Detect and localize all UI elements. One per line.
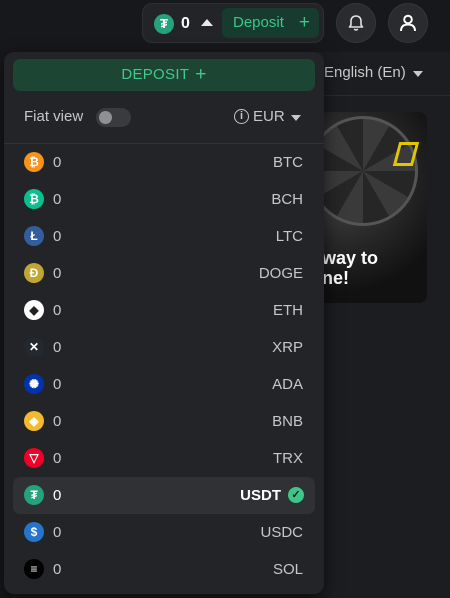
usdt-icon: ₮ [154,14,174,34]
wheel-image [308,116,418,226]
bell-icon [348,15,364,31]
divider [324,95,450,96]
balance-amount: 0 [181,15,190,32]
deposit-button-label: Deposit [233,14,284,31]
coin-row-sol[interactable]: ≡ 0 SOL [13,551,315,588]
coin-amount: 0 [53,450,62,467]
coin-row-usdc[interactable]: $0 USDC [13,514,315,551]
coin-symbol: USDC [260,524,303,541]
caret-up-icon[interactable] [201,19,213,26]
coin-symbol: XRP [272,339,303,356]
ada-icon: ✺ [24,374,44,394]
coin-symbol: BTC [273,154,303,171]
coin-row-ada[interactable]: ✺ 0 ADA [13,366,315,403]
coin-amount: 0 [53,561,62,578]
user-button[interactable] [388,3,428,43]
sol-icon: ≡ [24,559,44,579]
usdt-icon: ₮ [24,485,44,505]
promo-text-line1: way to [322,248,379,268]
user-icon [400,14,416,32]
coin-amount: 0 [53,487,62,504]
coin-row-xrp[interactable]: ✕ 0 XRP [13,329,315,366]
plus-icon: + [195,64,207,85]
btc-icon: ₿ [24,152,44,172]
coin-list: ₿ 0 BTC ₿ 0 BCH Ł 0 LTC Ð 0 DOGE ◆ 0 ETH ✕ 0 XRP ✺ 0 ADA ◈ 0 BN… [13,144,315,588]
bch-icon: ₿ [24,189,44,209]
ltc-icon: Ł [24,226,44,246]
coin-row-usdt[interactable]: ₮ 0 USDT ✓ [13,477,315,514]
coin-row-doge[interactable]: Ð 0 DOGE [13,255,315,292]
promo-text-line2: ne! [322,268,349,288]
coin-amount: 0 [53,339,62,356]
trx-icon: ▽ [24,448,44,468]
coin-row-bnb[interactable]: ◈ 0 BNB [13,403,315,440]
coin-row-eth[interactable]: ◆ 0 ETH [13,292,315,329]
coin-symbol: ETH [273,302,303,319]
coin-symbol: DOGE [258,265,303,282]
coin-symbol: LTC [275,228,303,245]
top-bar: ₮ 0 Deposit + [0,0,450,48]
chevron-down-icon [291,115,301,121]
coin-symbol: BNB [272,413,303,430]
coin-amount: 0 [53,524,62,541]
coin-symbol: USDT [240,487,281,504]
coin-amount: 0 [53,228,62,245]
check-icon: ✓ [288,487,304,503]
coin-amount: 0 [53,154,62,171]
eth-icon: ◆ [24,300,44,320]
wallet-dropdown: DEPOSIT + Fiat view i EUR ₿ 0 BTC ₿ 0 BCH Ł 0 LTC… [4,52,324,594]
chevron-down-icon [413,71,423,77]
fiat-view-label: Fiat view [24,108,84,125]
fiat-view-toggle[interactable] [96,108,131,127]
promo-text: way to ne! [322,248,378,288]
balance-pill[interactable]: ₮ 0 Deposit + [142,3,324,43]
coin-symbol: SOL [272,561,303,578]
language-selector[interactable]: English (En) [324,64,406,81]
plus-icon: + [298,12,310,33]
info-icon[interactable]: i [234,109,249,124]
coin-symbol: BCH [271,191,303,208]
bnb-icon: ◈ [24,411,44,431]
coin-amount: 0 [53,265,62,282]
coin-amount: 0 [53,376,62,393]
coin-row-btc[interactable]: ₿ 0 BTC [13,144,315,181]
dropdown-deposit-label: DEPOSIT [121,66,190,83]
coin-amount: 0 [53,302,62,319]
toggle-knob [99,111,112,124]
currency-select[interactable]: EUR [253,108,285,125]
notifications-button[interactable] [336,3,376,43]
coin-amount: 0 [53,413,62,430]
coin-row-bch[interactable]: ₿ 0 BCH [13,181,315,218]
xrp-icon: ✕ [24,337,44,357]
coin-row-ltc[interactable]: Ł 0 LTC [13,218,315,255]
doge-icon: Ð [24,263,44,283]
usdc-icon: $ [24,522,44,542]
coin-amount: 0 [53,191,62,208]
coin-row-trx[interactable]: ▽ 0 TRX [13,440,315,477]
coin-symbol: TRX [273,450,303,467]
coin-symbol: ADA [272,376,303,393]
dropdown-deposit-button[interactable]: DEPOSIT + [13,59,315,91]
deposit-button[interactable]: Deposit + [222,8,319,38]
fiat-view-row: Fiat view i EUR [4,102,324,134]
